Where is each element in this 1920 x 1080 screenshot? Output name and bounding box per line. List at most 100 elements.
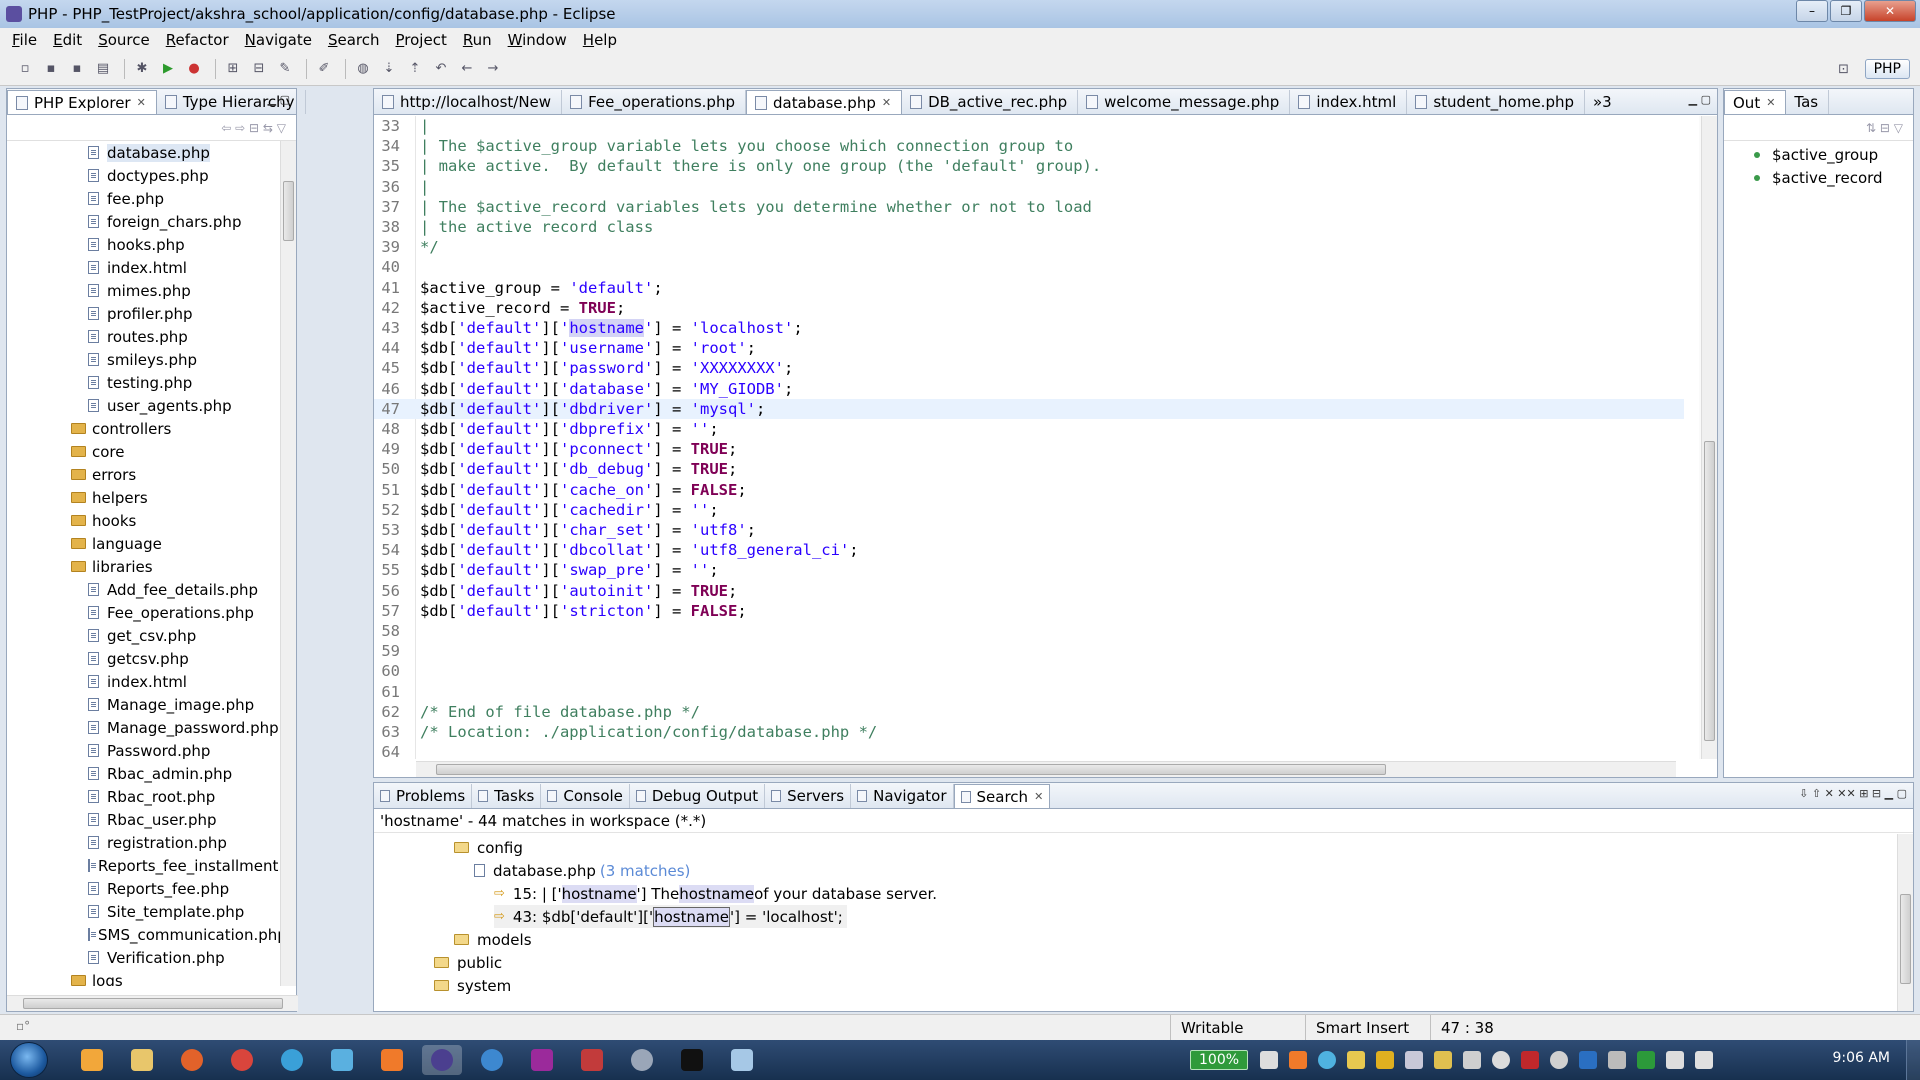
next-annotation-icon[interactable]: ⇣ [378, 58, 400, 80]
tree-file[interactable]: smileys.php [7, 348, 281, 371]
tree-file[interactable]: user_agents.php [7, 394, 281, 417]
code-line[interactable]: 43 $db['default']['hostname'] = 'localhos… [374, 318, 1684, 338]
tree-folder[interactable]: helpers [7, 486, 281, 509]
code-line[interactable]: 45 $db['default']['password'] = 'XXXXXXXX… [374, 358, 1684, 378]
tab-problems[interactable]: Problems [374, 784, 473, 808]
usb-icon[interactable] [1608, 1051, 1627, 1069]
shield-icon[interactable] [1376, 1051, 1395, 1069]
menu-navigate[interactable]: Navigate [237, 31, 320, 49]
code-line[interactable]: 48 $db['default']['dbprefix'] = ''; [374, 419, 1684, 439]
clock[interactable]: 9:06 AM [1832, 1050, 1890, 1066]
tree-file[interactable]: getcsv.php [7, 647, 281, 670]
code-line[interactable]: 60 [374, 661, 1684, 681]
tree-file[interactable]: registration.php [7, 831, 281, 854]
scroll-thumb[interactable] [283, 181, 294, 241]
start-button[interactable] [10, 1042, 48, 1078]
code-line[interactable]: 44 $db['default']['username'] = 'root'; [374, 338, 1684, 358]
tree-file[interactable]: Manage_password.php [7, 716, 281, 739]
code-line[interactable]: 63 /* Location: ./application/config/data… [374, 722, 1684, 742]
minimize-button[interactable]: – [1796, 0, 1828, 22]
folder-tray-icon[interactable] [1347, 1051, 1366, 1069]
editor-tab[interactable]: index.html [1290, 90, 1408, 114]
editor-tab[interactable]: welcome_message.php [1078, 90, 1291, 114]
tree-folder[interactable]: language [7, 532, 281, 555]
chrome-icon[interactable] [222, 1045, 262, 1075]
scroll-thumb[interactable] [436, 764, 1386, 775]
code-line[interactable]: 57 $db['default']['stricton'] = FALSE; [374, 601, 1684, 621]
code-editor[interactable]: 33 | 34 | The $active_group variable lets y… [374, 116, 1684, 759]
tab-tasks[interactable]: Tas [1786, 90, 1830, 114]
view-menu-icon[interactable]: ▽ [277, 121, 286, 135]
code-line[interactable]: 42 $active_record = TRUE; [374, 298, 1684, 318]
tree-folder[interactable]: libraries [7, 555, 281, 578]
notepad-icon[interactable] [722, 1045, 762, 1075]
tree-file[interactable]: Fee_operations.php [7, 601, 281, 624]
save-icon[interactable]: ▪ [40, 58, 62, 80]
tree-folder[interactable]: core [7, 440, 281, 463]
debug-icon[interactable]: ✱ [131, 58, 153, 80]
close-icon[interactable]: ✕ [137, 96, 146, 109]
explorer-vscrollbar[interactable] [280, 141, 296, 986]
back-icon[interactable]: ← [456, 58, 478, 80]
xampp-tray-icon[interactable] [1289, 1051, 1308, 1069]
code-line[interactable]: 58 [374, 621, 1684, 641]
tree-file[interactable]: index.html [7, 256, 281, 279]
external-tools-icon[interactable]: ● [183, 58, 205, 80]
result-folder-models[interactable]: models [454, 928, 532, 951]
file-explorer-icon[interactable] [122, 1045, 162, 1075]
battery-icon[interactable] [1260, 1051, 1279, 1069]
mark-occurrences-icon[interactable]: ✐ [313, 58, 335, 80]
result-file[interactable]: database.php (3 matches) [474, 859, 690, 882]
result-folder-system[interactable]: system [434, 974, 511, 997]
tree-file[interactable]: Password.php [7, 739, 281, 762]
tree-file[interactable]: SMS_communication.php [7, 923, 281, 946]
tab-servers[interactable]: Servers [765, 784, 852, 808]
editor-vscrollbar[interactable] [1701, 116, 1717, 759]
tree-file[interactable]: hooks.php [7, 233, 281, 256]
collapse-all-icon[interactable]: ⊟ [249, 121, 259, 135]
editor-tab[interactable]: student_home.php [1407, 90, 1585, 114]
result-folder-config[interactable]: config [454, 836, 523, 859]
result-match-43[interactable]: ⇨ 43: $db['default'][' hostname '] = 'lo… [494, 905, 847, 928]
tab-tasks[interactable]: Tasks [472, 784, 542, 808]
editor-tab[interactable]: database.php ✕ [745, 90, 903, 114]
menu-project[interactable]: Project [388, 31, 455, 49]
code-line[interactable]: 38 | the active record class [374, 217, 1684, 237]
tree-file[interactable]: Verification.php [7, 946, 281, 969]
sync-icon[interactable] [1492, 1051, 1511, 1069]
zoom-indicator[interactable]: 100% [1190, 1050, 1249, 1070]
network-tray-icon[interactable] [1405, 1051, 1424, 1069]
open-type-icon[interactable]: ⊞ [222, 58, 244, 80]
new-icon[interactable]: ▫ [14, 58, 36, 80]
code-line[interactable]: 39 */ [374, 237, 1684, 257]
result-folder-public[interactable]: public [434, 951, 502, 974]
close-icon[interactable]: ✕ [1034, 790, 1043, 803]
tree-file[interactable]: foreign_chars.php [7, 210, 281, 233]
open-folder-icon[interactable]: ⊟ [248, 58, 270, 80]
tree-file[interactable]: Rbac_admin.php [7, 762, 281, 785]
link-editor-icon[interactable]: ⇆ [263, 121, 273, 135]
media-player-icon[interactable] [72, 1045, 112, 1075]
tree-file[interactable]: Rbac_user.php [7, 808, 281, 831]
code-line[interactable]: 49 $db['default']['pconnect'] = TRUE; [374, 439, 1684, 459]
speaker-icon[interactable] [1695, 1051, 1714, 1069]
network-app-icon[interactable] [472, 1045, 512, 1075]
collapse-all-icon[interactable]: ⊟ [1880, 121, 1890, 135]
close-icon[interactable]: ✕ [882, 96, 891, 109]
outline-item[interactable]: $active_group [1724, 143, 1913, 166]
code-line[interactable]: 55 $db['default']['swap_pre'] = ''; [374, 560, 1684, 580]
menu-edit[interactable]: Edit [45, 31, 90, 49]
tree-file[interactable]: profiler.php [7, 302, 281, 325]
tree-folder[interactable]: logs [7, 969, 281, 986]
search-vscrollbar[interactable] [1897, 834, 1913, 1011]
editor-tab[interactable]: Fee_operations.php [562, 90, 746, 114]
app-icon[interactable] [272, 1045, 312, 1075]
code-line[interactable]: 54 $db['default']['dbcollat'] = 'utf8_gen… [374, 540, 1684, 560]
tree-file[interactable]: mimes.php [7, 279, 281, 302]
code-line[interactable]: 50 $db['default']['db_debug'] = TRUE; [374, 459, 1684, 479]
monitor-tray-icon[interactable] [1637, 1051, 1656, 1069]
tree-file[interactable]: Reports_fee.php [7, 877, 281, 900]
bluetooth-icon[interactable] [1579, 1051, 1598, 1069]
tab-console[interactable]: Console [541, 784, 630, 808]
tree-file[interactable]: Rbac_root.php [7, 785, 281, 808]
